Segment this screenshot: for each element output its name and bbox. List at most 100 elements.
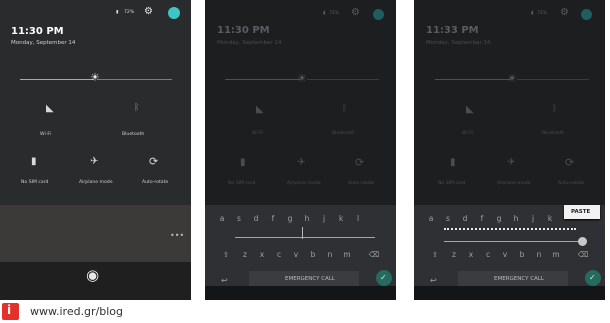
key[interactable]: g: [284, 214, 296, 223]
brightness-sun-icon[interactable]: ☀: [297, 73, 307, 85]
airplane-icon[interactable]: ✈: [507, 157, 515, 168]
bluetooth-icon[interactable]: ᛒ: [342, 104, 347, 114]
key[interactable]: f: [476, 214, 488, 223]
settings-gear-icon[interactable]: ⚙: [560, 7, 569, 18]
brightness-sun-icon[interactable]: ☀: [507, 73, 517, 85]
key[interactable]: m: [341, 250, 353, 259]
key[interactable]: z: [239, 250, 251, 259]
autorotate-icon[interactable]: ⟳: [149, 155, 158, 168]
bluetooth-icon[interactable]: ᛒ: [134, 103, 139, 113]
battery-icon: ▮: [116, 10, 119, 15]
autorotate-label[interactable]: Auto-rotate: [558, 181, 584, 186]
airplane-icon[interactable]: ✈: [90, 156, 98, 167]
text-field-underline[interactable]: [444, 241, 580, 243]
wifi-icon[interactable]: ◣: [46, 103, 54, 114]
user-avatar-icon[interactable]: [373, 9, 384, 20]
key[interactable]: f: [267, 214, 279, 223]
airplane-label[interactable]: Airplane mode: [287, 181, 321, 186]
clock-time: 11:33 PM: [426, 25, 479, 36]
key[interactable]: c: [273, 250, 285, 259]
bluetooth-label[interactable]: Bluetooth: [332, 131, 354, 136]
text-cursor-line[interactable]: [235, 237, 375, 239]
user-avatar-icon[interactable]: [581, 9, 592, 20]
wifi-label[interactable]: Wi-Fi: [40, 132, 51, 137]
key[interactable]: b: [307, 250, 319, 259]
phone-screen-quick-settings: ▮ 72% ⚙ 11:30 PM Monday, September 14 ☀ …: [0, 0, 191, 300]
key[interactable]: k: [544, 214, 556, 223]
key[interactable]: c: [482, 250, 494, 259]
bluetooth-icon[interactable]: ᛒ: [552, 104, 557, 114]
key[interactable]: h: [510, 214, 522, 223]
paste-label[interactable]: PASTE: [571, 209, 590, 215]
user-avatar-icon[interactable]: [168, 7, 180, 19]
key[interactable]: z: [448, 250, 460, 259]
airplane-label[interactable]: Airplane mode: [79, 180, 113, 185]
sim-label[interactable]: No SIM card: [21, 180, 48, 185]
key[interactable]: g: [493, 214, 505, 223]
settings-gear-icon[interactable]: ⚙: [351, 7, 360, 18]
camera-icon[interactable]: ◉: [86, 266, 99, 284]
sim-card-icon[interactable]: ▮: [31, 156, 37, 167]
key[interactable]: m: [550, 250, 562, 259]
key[interactable]: d: [459, 214, 471, 223]
wifi-label[interactable]: Wi-Fi: [462, 131, 473, 136]
wifi-icon[interactable]: ◣: [466, 104, 474, 115]
key[interactable]: x: [256, 250, 268, 259]
shift-key-icon[interactable]: ⇧: [220, 250, 232, 259]
text-cursor: [302, 227, 303, 239]
key[interactable]: v: [290, 250, 302, 259]
airplane-label[interactable]: Airplane mode: [497, 181, 531, 186]
sim-label[interactable]: No SIM card: [438, 181, 465, 186]
ired-logo-letter: i: [7, 303, 12, 317]
emergency-call-label[interactable]: EMERGENCY CALL: [494, 276, 544, 282]
back-key-icon[interactable]: ↩: [221, 276, 228, 285]
key[interactable]: n: [324, 250, 336, 259]
brightness-slider-fill: [20, 79, 94, 81]
sim-label[interactable]: No SIM card: [228, 181, 255, 186]
key[interactable]: a: [425, 214, 437, 223]
brightness-slider-track[interactable]: [98, 79, 172, 81]
password-dots: [444, 228, 576, 230]
key[interactable]: j: [318, 214, 330, 223]
key[interactable]: a: [216, 214, 228, 223]
brightness-slider-track[interactable]: [517, 79, 589, 81]
key[interactable]: l: [352, 214, 364, 223]
autorotate-label[interactable]: Auto-rotate: [142, 180, 168, 185]
key[interactable]: b: [516, 250, 528, 259]
more-dots-icon[interactable]: •••: [170, 231, 184, 240]
key[interactable]: x: [465, 250, 477, 259]
autorotate-label[interactable]: Auto-rotate: [348, 181, 374, 186]
key[interactable]: k: [335, 214, 347, 223]
key[interactable]: n: [533, 250, 545, 259]
check-icon: ✓: [380, 273, 387, 282]
text-selection-handle[interactable]: [578, 237, 587, 246]
battery-icon: ▮: [323, 11, 326, 16]
autorotate-icon[interactable]: ⟳: [565, 156, 574, 169]
key[interactable]: h: [301, 214, 313, 223]
shift-key-icon[interactable]: ⇧: [429, 250, 441, 259]
wifi-icon[interactable]: ◣: [256, 104, 264, 115]
key[interactable]: v: [499, 250, 511, 259]
phone-screen-paste: ▮ 72% ⚙ 11:33 PM Monday, September 14 ☀ …: [414, 0, 605, 300]
key[interactable]: d: [250, 214, 262, 223]
sim-card-icon[interactable]: ▮: [240, 157, 246, 168]
wifi-label[interactable]: Wi-Fi: [252, 131, 263, 136]
backspace-icon[interactable]: ⌫: [368, 250, 380, 259]
backspace-icon[interactable]: ⌫: [577, 250, 589, 259]
airplane-icon[interactable]: ✈: [297, 157, 305, 168]
bluetooth-label[interactable]: Bluetooth: [542, 131, 564, 136]
settings-gear-icon[interactable]: ⚙: [144, 6, 153, 17]
key[interactable]: s: [233, 214, 245, 223]
autorotate-icon[interactable]: ⟳: [355, 156, 364, 169]
brightness-slider-track[interactable]: [307, 79, 379, 81]
watermark-url[interactable]: www.ired.gr/blog: [30, 305, 123, 318]
sim-card-icon[interactable]: ▮: [450, 157, 456, 168]
key[interactable]: j: [527, 214, 539, 223]
key[interactable]: s: [442, 214, 454, 223]
bluetooth-label[interactable]: Bluetooth: [122, 132, 144, 137]
navigation-bar: [205, 286, 396, 300]
clock-time: 11:30 PM: [217, 25, 270, 36]
back-key-icon[interactable]: ↩: [430, 276, 437, 285]
emergency-call-label[interactable]: EMERGENCY CALL: [285, 276, 335, 282]
brightness-sun-icon[interactable]: ☀: [90, 72, 100, 84]
